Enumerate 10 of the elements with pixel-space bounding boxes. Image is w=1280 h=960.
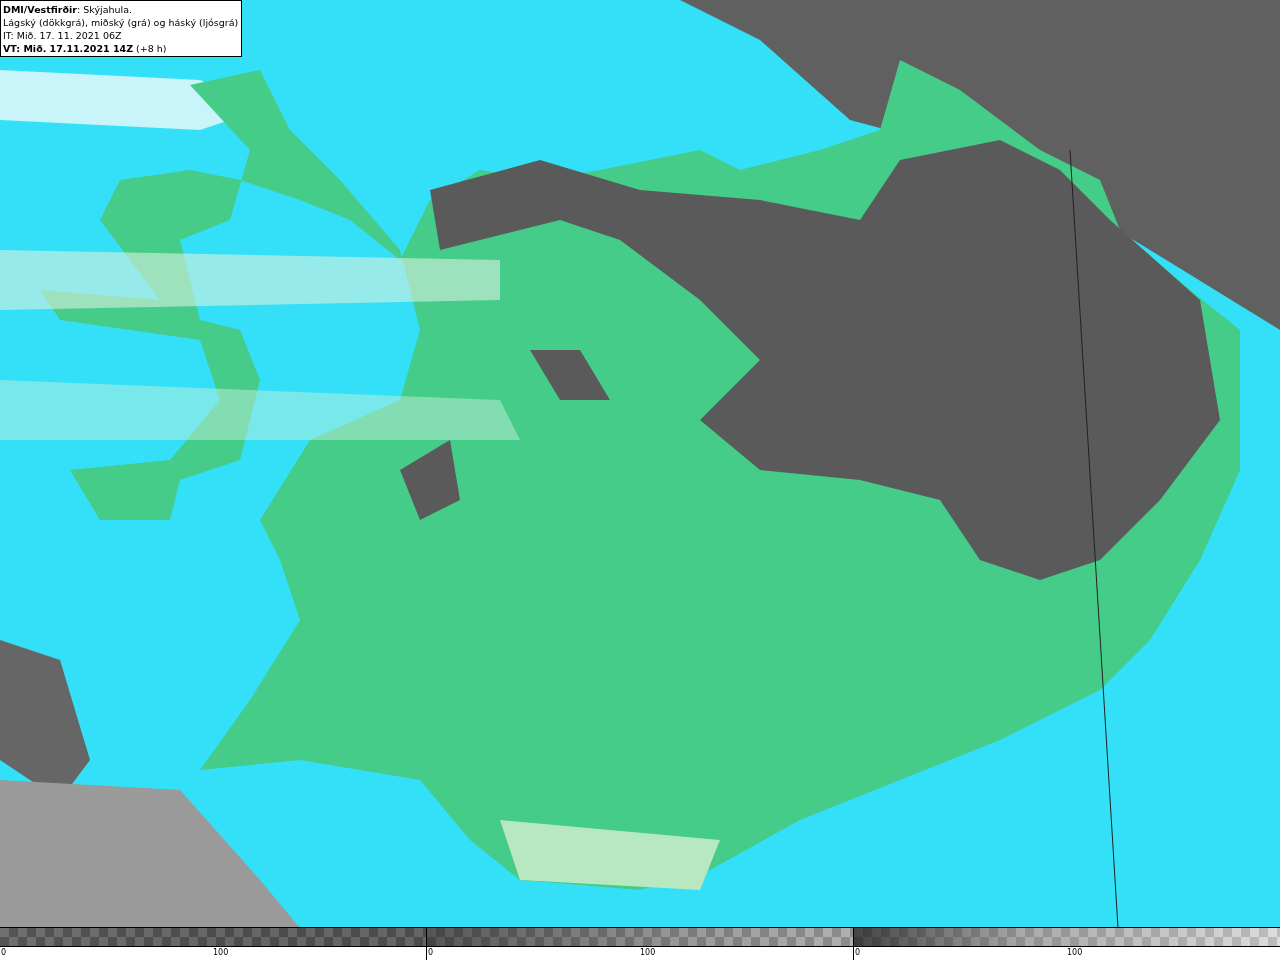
info-text: DMI/Vestfirðir: Skýjahula. xyxy=(3,3,134,16)
scale-label: 0 xyxy=(1,947,7,959)
scale-label: 100 xyxy=(1067,947,1083,959)
info-text: VT: Mið. 17.11.2021 14Z (+8 h) xyxy=(3,42,168,55)
scale-label: 0 xyxy=(428,947,434,959)
scale-label: 0 xyxy=(855,947,861,959)
scale-label: 100 xyxy=(640,947,656,959)
scale-label: 100 xyxy=(213,947,229,959)
info-text: Lágský (dökkgrá), miðský (grá) og háský (ljósgrá) xyxy=(3,16,239,29)
info-text: IT: Mið. 17. 11. 2021 06Z xyxy=(3,29,123,42)
